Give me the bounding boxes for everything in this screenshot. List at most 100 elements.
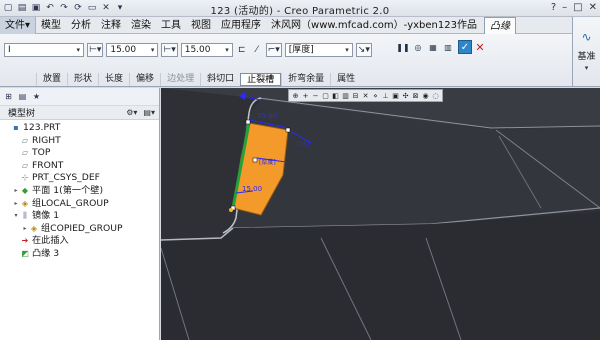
tree-node[interactable]: ▸ ◆ 平面 1(第一个壁) [0,185,159,198]
perspective-icon[interactable]: ◌ [431,90,440,101]
tree-node-label: 组COPIED_GROUP [41,222,123,234]
tree-node-list: ▪ 123.PRT ▱ RIGHT ▱ TOP ▱ FRONT ⊹ PRT_CSYS_DEF ▸ ◆ 平… [0,120,159,261]
tab-shape[interactable]: 形状 [67,73,98,86]
tree-node-label: 123.PRT [23,122,61,133]
tree-node-label: RIGHT [32,134,61,146]
tree-node[interactable]: ▾ ⫼ 镜像 1 [0,210,159,223]
spin-center-icon[interactable]: ✣ [401,90,410,101]
drag-handle[interactable] [252,157,258,163]
menu-annotate[interactable]: 注释 [96,17,126,34]
tree-node[interactable]: ▸ ◈ 组LOCAL_GROUP [0,198,159,211]
pause-icon[interactable]: ❚❚ [396,40,409,54]
ok-button[interactable]: ✓ [458,40,472,54]
bend-radius-icon[interactable]: ↘▾ [355,42,372,57]
tab-bend-allowance[interactable]: 折弯余量 [281,73,330,86]
flange-icon: ◩ [21,248,29,258]
view-manager-icon[interactable]: ⊠ [411,90,420,101]
dim-thickness-label[interactable]: [厚度] [259,158,276,166]
tree-node[interactable]: ▪ 123.PRT [0,122,159,135]
datum-planes-icon[interactable]: ⊟ [351,90,360,101]
chevron-down-icon: ▾ [76,45,80,54]
dim-upper-label[interactable]: 15.00 [257,112,277,120]
menu-file[interactable]: 文件▾ [0,16,37,34]
detail-preview-icon[interactable]: ▦ [427,40,439,54]
tab-relief[interactable]: 止裂槽 [240,73,282,86]
refit-icon[interactable]: ⊕ [291,90,300,101]
saved-views-icon[interactable]: ▥ [341,90,350,101]
wall-icon: ◆ [21,185,29,195]
dashboard-controls: I ▾ ⊢▾ 15.00 ▾ ⊢▾ 15.00 ▾ ⊏ ⁄ ⌐▾ [厚度] ▾ … [4,42,372,57]
tree-settings-icon[interactable]: ▤▾ [143,108,155,117]
tree-node[interactable]: ▸ ◈ 组COPIED_GROUP [0,223,159,236]
window-title: 123 (活动的) - Creo Parametric 2.0 [210,6,390,17]
appearance-icon[interactable]: ◉ [421,90,430,101]
csys-icon[interactable]: ⊥ [381,90,390,101]
flange-shape-select[interactable]: I ▾ [4,42,84,57]
group-icon: ◈ [21,198,29,208]
tab-properties[interactable]: 属性 [330,73,361,86]
tab-miter-cut[interactable]: 斜切口 [200,73,240,86]
display-style-icon[interactable]: ◧ [331,90,340,101]
tab-offset[interactable]: 偏移 [129,73,160,86]
close-icon: ✕ [475,40,485,54]
datum-group[interactable]: ∿ 基准 ▾ [572,17,600,87]
menu-model[interactable]: 模型 [36,17,66,34]
dim-lower-label[interactable]: 15.00 [242,185,262,193]
chevron-down-icon: ▾ [150,45,155,54]
menu-analysis[interactable]: 分析 [66,17,96,34]
drag-handle[interactable] [245,119,251,125]
length2-type-icon[interactable]: ⊢▾ [161,42,178,57]
cancel-button[interactable]: ✕ [474,40,486,54]
tree-node[interactable]: ▱ FRONT [0,160,159,173]
preview-icon[interactable]: ◎ [412,40,424,54]
tab-length[interactable]: 长度 [98,73,129,86]
datum-points-icon[interactable]: ⋄ [371,90,380,101]
zoom-in-icon[interactable]: + [301,90,310,101]
help-button[interactable]: ? [551,2,556,13]
tree-node[interactable]: ⊹ PRT_CSYS_DEF [0,172,159,185]
model-graphics[interactable]: 15.00 15.00 [厚度] [15] [161,88,600,340]
menu-tools[interactable]: 工具 [156,17,186,34]
tree-node[interactable]: ➔ 在此插入 [0,235,159,248]
length2-field[interactable]: 15.00 ▾ [180,42,233,57]
verify-icon[interactable]: ▥ [442,40,454,54]
graphics-window[interactable]: 15.00 15.00 [厚度] [15] ⊕ + − ▢ ◧ ▥ ⊟ ✕ ⋄ … [161,88,600,340]
expand-toggle-icon[interactable]: ▸ [12,198,20,211]
tree-node[interactable]: ▱ RIGHT [0,135,159,148]
folder-browser-icon[interactable]: ▤ [17,91,28,102]
thickness-field[interactable]: [厚度] ▾ [284,42,353,57]
tree-node[interactable]: ▱ TOP [0,147,159,160]
flip-direction-icon[interactable]: ⊏ [236,43,248,57]
model-tree-panel: ⊞ ▤ ★ 模型树 ⚙▾ ▤▾ ▪ 123.PRT ▱ RIGHT ▱ TOP ▱ FRONT… [0,88,160,340]
expand-toggle-icon[interactable]: ▸ [12,185,20,198]
menu-applications[interactable]: 应用程序 [216,17,266,34]
expand-toggle-icon[interactable]: ▾ [12,210,20,223]
menu-view[interactable]: 视图 [186,17,216,34]
tab-flange[interactable]: 凸缘 [483,16,516,34]
tab-placement[interactable]: 放置 [36,73,67,86]
plane-icon: ▱ [21,135,29,145]
maximize-button[interactable]: □ [573,2,582,13]
bend-type-icon[interactable]: ⌐▾ [265,42,282,57]
length-type-icon[interactable]: ⊢▾ [87,42,104,57]
tab-edge-treatment[interactable]: 边处理 [160,73,200,86]
zoom-out-icon[interactable]: − [311,90,320,101]
menu-render[interactable]: 渲染 [126,17,156,34]
dashboard-tabs: 放置 形状 长度 偏移 边处理 斜切口 止裂槽 折弯余量 属性 [0,71,361,86]
model-tree-tab-icon[interactable]: ⊞ [3,91,14,102]
expand-toggle-icon[interactable]: ▸ [21,223,29,236]
thickness-swap-icon[interactable]: ⁄ [251,43,263,57]
annotations-icon[interactable]: ▣ [391,90,400,101]
tree-filter-icon[interactable]: ⚙▾ [126,108,137,117]
length1-value: 15.00 [110,44,137,55]
tree-node[interactable]: ◩ 凸缘 3 [0,248,159,261]
datum-axes-icon[interactable]: ✕ [361,90,370,101]
favorites-icon[interactable]: ★ [31,91,42,102]
minimize-button[interactable]: – [562,2,567,13]
repaint-icon[interactable]: ▢ [321,90,330,101]
model-tree-title: 模型树 [8,109,36,119]
close-button[interactable]: ✕ [589,2,597,13]
drag-handle[interactable] [285,127,291,133]
dim-right-label[interactable]: [15] [297,141,309,148]
length1-field[interactable]: 15.00 ▾ [106,42,159,57]
